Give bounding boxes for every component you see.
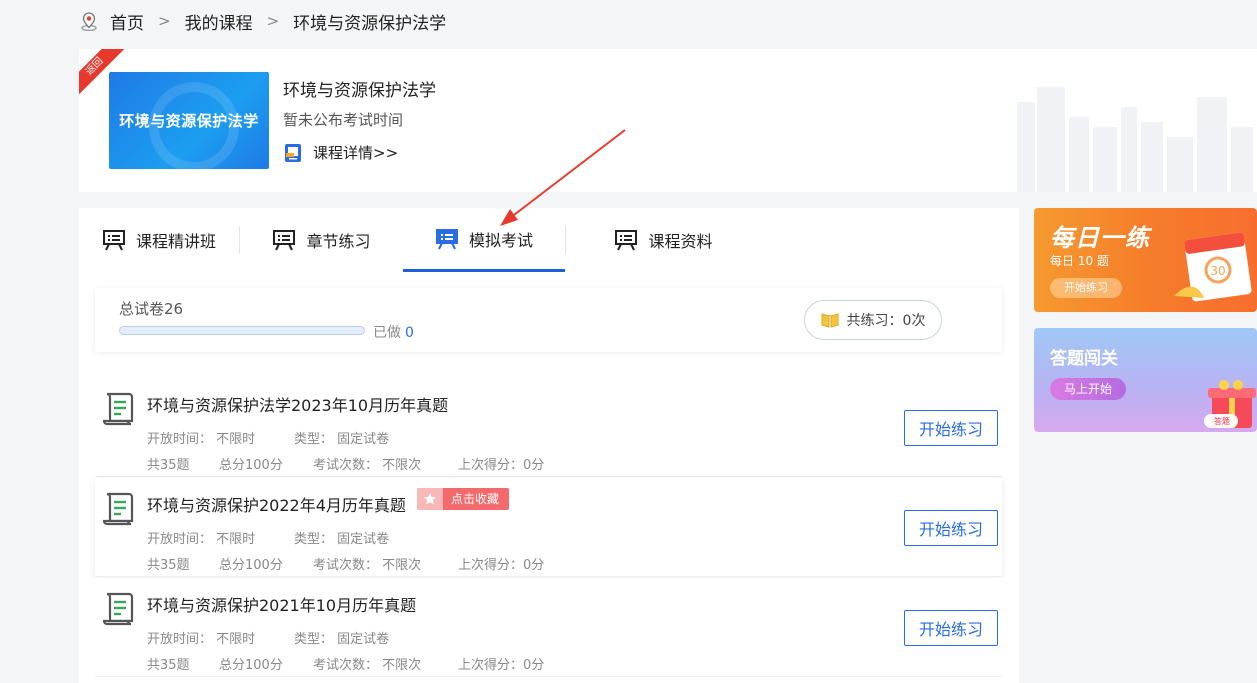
document-icon [285,143,301,162]
practice-count-pill: 共练习：0次 [804,300,942,340]
exam-item: 环境与资源保护2021年10月历年真题 开放时间： 不限时 类型： 固定试卷 共… [95,578,1002,677]
presentation-board-icon [435,228,458,249]
question-count: 共35题 [147,658,190,673]
scroll-paper-icon [102,592,134,626]
exam-title: 环境与资源保护2021年10月历年真题 [147,596,417,615]
daily-practice-card[interactable]: 每日一练 每日 10 题 开始练习 30 [1034,208,1257,312]
breadcrumb-home-link[interactable]: 首页 [110,9,144,34]
exam-type: 类型： 固定试卷 [294,632,390,647]
gift-label: 答题 [1214,416,1230,426]
breadcrumb-separator: > [158,12,171,30]
tab-course-materials[interactable]: 课程资料 [566,208,761,272]
start-practice-button[interactable]: 开始练习 [904,410,998,446]
mock-exam-panel: 总试卷26 已做 0 共练习：0次 环境与资源保护法学2023年10月历年真题 开… [79,272,1019,683]
favorite-button[interactable]: 点击收藏 [417,488,510,510]
course-detail-link[interactable]: 课程详情>> [283,142,398,163]
breadcrumb-separator: > [266,12,280,30]
course-title: 环境与资源保护法学 [283,81,436,101]
start-practice-button[interactable]: 开始练习 [904,610,998,646]
exam-title: 环境与资源保护2022年4月历年真题 [147,496,406,515]
exam-item: 环境与资源保护2022年4月历年真题 点击收藏 开放时间： 不限时 类型： 固定… [95,478,1002,577]
total-score: 总分100分 [219,458,283,473]
tab-label[interactable]: 课程资料 [648,228,712,252]
exam-meta-row: 共35题 总分100分 考试次数： 不限次 上次得分：0分 [147,454,544,473]
course-header-card: 返回 环境与资源保护法学 环境与资源保护法学 暂未公布考试时间 课程详情>> [79,49,1257,192]
attempt-limit: 考试次数： 不限次 [313,658,422,673]
tab-label[interactable]: 课程精讲班 [136,228,216,252]
attempt-limit: 考试次数： 不限次 [313,558,422,573]
open-book-icon [821,313,839,328]
gift-box-icon: 答题 [1204,380,1256,428]
exam-title: 环境与资源保护法学2023年10月历年真题 [147,396,449,415]
presentation-board-icon [615,230,638,251]
tab-label[interactable]: 模拟考试 [469,227,533,251]
tab-label[interactable]: 章节练习 [306,228,370,252]
exam-meta-row: 开放时间： 不限时 类型： 固定试卷 [147,528,389,547]
city-skyline-illustration [1017,87,1253,192]
total-score: 总分100分 [219,558,283,573]
exam-item: 环境与资源保护法学2023年10月历年真题 开放时间： 不限时 类型： 固定试卷… [95,378,1002,477]
progress-bar [119,326,365,335]
last-score: 上次得分：0分 [458,558,545,573]
exam-meta-row: 开放时间： 不限时 类型： 固定试卷 [147,428,389,447]
breadcrumb-current: 环境与资源保护法学 [293,13,447,34]
calendar-day: 30 [1210,264,1225,278]
done-label: 已做 [373,325,401,341]
quiz-challenge-heading: 答题闯关 [1050,349,1118,369]
favorite-label[interactable]: 点击收藏 [451,492,499,506]
daily-practice-heading: 每日一练 [1050,224,1150,252]
exam-meta-row: 开放时间： 不限时 类型： 固定试卷 [147,628,389,647]
daily-practice-button[interactable]: 开始练习 [1050,278,1122,298]
exam-meta-row: 共35题 总分100分 考试次数： 不限次 上次得分：0分 [147,654,544,673]
quiz-start-button[interactable]: 马上开始 [1050,378,1126,400]
tab-mock-exam[interactable]: 模拟考试 [403,208,565,272]
quiz-challenge-card[interactable]: 答题闯关 马上开始 答题 [1034,328,1257,432]
done-count: 已做 0 [373,322,414,342]
last-score: 上次得分：0分 [458,458,545,473]
scroll-paper-icon [102,492,134,526]
course-detail-label[interactable]: 课程详情>> [313,142,398,163]
open-time: 开放时间： 不限时 [147,632,256,647]
calendar-icon: 30 [1174,232,1252,302]
course-tabs: 课程精讲班 章节练习 模拟考试 课程资料 [79,208,1019,272]
scroll-paper-icon [102,392,134,426]
practice-count: 共练习：0次 [846,313,926,329]
exam-time-text: 暂未公布考试时间 [283,111,404,129]
total-score: 总分100分 [219,658,283,673]
presentation-board-icon [273,230,296,251]
attempt-limit: 考试次数： 不限次 [313,458,422,473]
tab-chapter-practice[interactable]: 章节练习 [240,208,403,272]
exam-type: 类型： 固定试卷 [294,432,390,447]
breadcrumb-courses-link[interactable]: 我的课程 [185,9,253,34]
start-practice-button[interactable]: 开始练习 [904,510,998,546]
last-score: 上次得分：0分 [458,658,545,673]
star-icon [417,488,443,510]
presentation-board-icon [102,230,125,251]
question-count: 共35题 [147,558,190,573]
daily-practice-sub: 每日 10 题 [1050,254,1109,268]
done-value: 0 [405,325,414,341]
question-count: 共35题 [147,458,190,473]
location-pin-icon [81,12,97,31]
course-thumbnail: 环境与资源保护法学 [109,72,269,169]
breadcrumb: 首页 > 我的课程 > 环境与资源保护法学 [80,8,446,34]
exam-meta-row: 共35题 总分100分 考试次数： 不限次 上次得分：0分 [147,554,544,573]
total-papers: 总试卷26 [119,300,184,318]
course-thumbnail-text: 环境与资源保护法学 [119,112,259,130]
exam-type: 类型： 固定试卷 [294,532,390,547]
open-time: 开放时间： 不限时 [147,532,256,547]
tab-course-lectures[interactable]: 课程精讲班 [79,208,239,272]
exam-summary: 总试卷26 已做 0 共练习：0次 [95,288,1002,352]
open-time: 开放时间： 不限时 [147,432,256,447]
